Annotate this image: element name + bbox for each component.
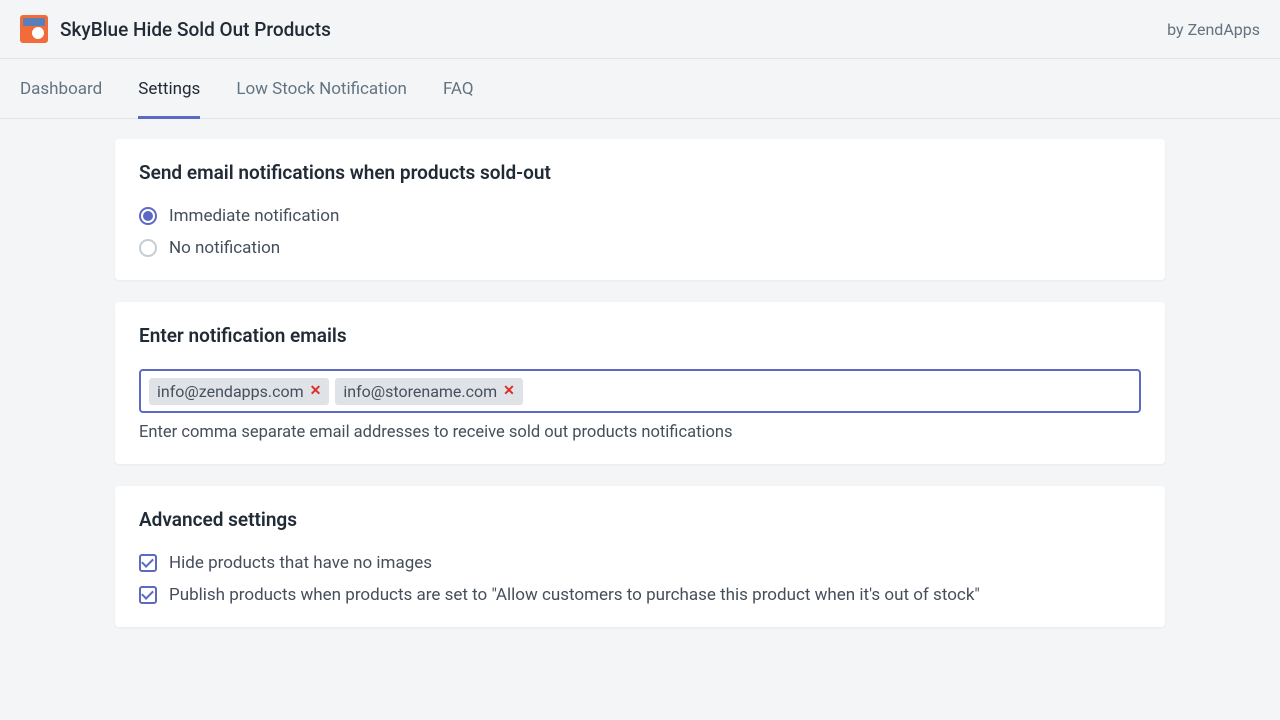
app-icon <box>20 15 48 43</box>
check-label: Hide products that have no images <box>169 553 432 573</box>
email-tag: info@storename.com ✕ <box>335 378 523 405</box>
email-tag-text: info@storename.com <box>343 382 497 401</box>
header-byline: by ZendApps <box>1167 20 1260 39</box>
tab-bar: Dashboard Settings Low Stock Notificatio… <box>0 59 1280 119</box>
radio-immediate[interactable]: Immediate notification <box>139 206 1141 226</box>
radio-none[interactable]: No notification <box>139 238 1141 258</box>
header-left: SkyBlue Hide Sold Out Products <box>20 15 331 43</box>
content-area: Send email notifications when products s… <box>0 119 1280 647</box>
tab-settings[interactable]: Settings <box>138 59 200 118</box>
app-title: SkyBlue Hide Sold Out Products <box>60 18 331 41</box>
radio-label: Immediate notification <box>169 206 339 226</box>
email-tag-text: info@zendapps.com <box>157 382 304 401</box>
emails-card: Enter notification emails info@zendapps.… <box>115 302 1165 464</box>
radio-icon <box>139 207 157 225</box>
tab-low-stock[interactable]: Low Stock Notification <box>236 59 407 118</box>
checkbox-icon <box>139 586 157 604</box>
notification-card: Send email notifications when products s… <box>115 139 1165 280</box>
remove-tag-icon[interactable]: ✕ <box>310 384 322 398</box>
tab-faq[interactable]: FAQ <box>443 59 474 118</box>
checkbox-icon <box>139 554 157 572</box>
app-header: SkyBlue Hide Sold Out Products by ZendAp… <box>0 0 1280 59</box>
advanced-card-title: Advanced settings <box>139 508 1141 531</box>
emails-card-title: Enter notification emails <box>139 324 1141 347</box>
emails-input[interactable]: info@zendapps.com ✕ info@storename.com ✕ <box>139 369 1141 413</box>
emails-helper: Enter comma separate email addresses to … <box>139 423 1141 442</box>
check-hide-no-images[interactable]: Hide products that have no images <box>139 553 1141 573</box>
advanced-card: Advanced settings Hide products that hav… <box>115 486 1165 627</box>
remove-tag-icon[interactable]: ✕ <box>503 384 515 398</box>
email-tag: info@zendapps.com ✕ <box>149 378 329 405</box>
tab-dashboard[interactable]: Dashboard <box>20 59 102 118</box>
check-publish-oos[interactable]: Publish products when products are set t… <box>139 585 1141 605</box>
check-label: Publish products when products are set t… <box>169 585 980 605</box>
radio-icon <box>139 239 157 257</box>
notification-card-title: Send email notifications when products s… <box>139 161 1141 184</box>
radio-label: No notification <box>169 238 280 258</box>
